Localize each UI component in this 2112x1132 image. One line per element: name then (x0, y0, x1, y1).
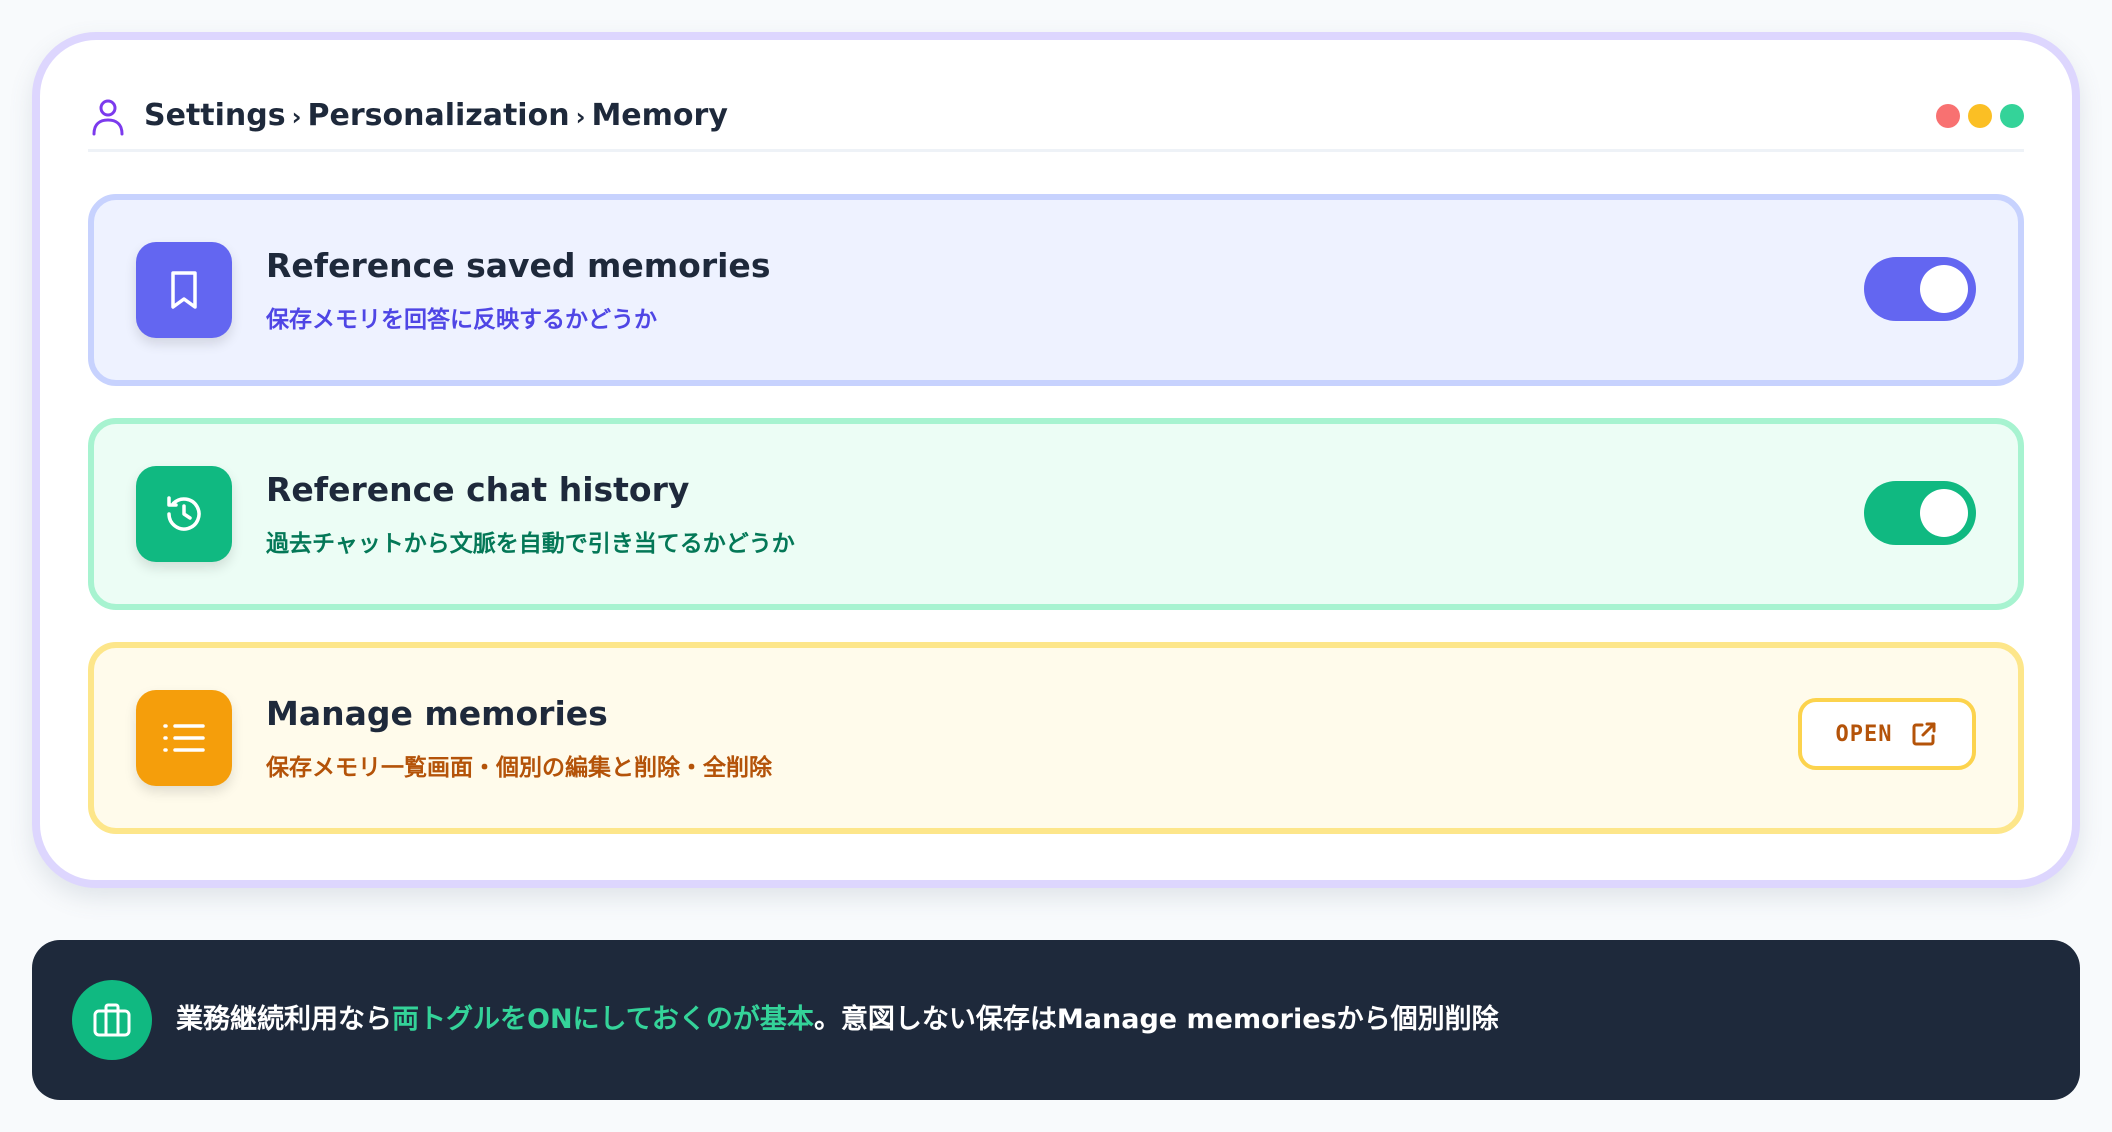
setting-subtitle: 過去チャットから文脈を自動で引き当てるかどうか (266, 531, 795, 557)
setting-row-saved-memories: Reference saved memories 保存メモリを回答に反映するかど… (88, 194, 2024, 386)
breadcrumb-item-personalization[interactable]: Personalization (308, 98, 570, 133)
user-icon (92, 99, 124, 136)
setting-icon-tile (136, 466, 232, 562)
window-dot-green (2000, 104, 2024, 128)
settings-header: Settings › Personalization › Memory (88, 80, 2024, 152)
tip-banner: 業務継続利用なら両トグルをONにしておくのが基本。意図しない保存はManage … (32, 940, 2080, 1100)
setting-subtitle: 保存メモリを回答に反映するかどうか (266, 307, 657, 333)
external-link-icon (1912, 722, 1936, 746)
setting-row-chat-history: Reference chat history 過去チャットから文脈を自動で引き当… (88, 418, 2024, 610)
open-manage-memories-button[interactable]: OPEN (1798, 698, 1976, 770)
breadcrumb-item-settings[interactable]: Settings (144, 98, 286, 133)
window-dot-yellow (1968, 104, 1992, 128)
breadcrumb-separator: › (291, 103, 302, 131)
tip-text-after: 。意図しない保存はManage memoriesから個別削除 (813, 1004, 1499, 1035)
open-button-label: OPEN (1835, 721, 1893, 747)
tip-text-highlight: 両トグルをONにしておくのが基本 (392, 1004, 814, 1035)
setting-icon-tile (136, 690, 232, 786)
toggle-knob (1920, 489, 1968, 537)
setting-subtitle: 保存メモリ一覧画面・個別の編集と削除・全削除 (266, 755, 772, 781)
list-icon (163, 724, 205, 752)
bookmark-icon (171, 271, 197, 309)
window-dots (1936, 104, 2024, 128)
tip-text-before: 業務継続利用なら (176, 1004, 392, 1035)
window-dot-red (1936, 104, 1960, 128)
breadcrumb: Settings › Personalization › Memory (144, 96, 728, 137)
setting-icon-tile (136, 242, 232, 338)
chat-history-toggle[interactable] (1864, 481, 1976, 545)
saved-memories-toggle[interactable] (1864, 257, 1976, 321)
setting-row-manage-memories: Manage memories 保存メモリ一覧画面・個別の編集と削除・全削除 O… (88, 642, 2024, 834)
setting-title: Reference saved memories (266, 246, 771, 285)
breadcrumb-separator: › (575, 103, 586, 131)
history-icon (167, 496, 201, 531)
tip-message: 業務継続利用なら両トグルをONにしておくのが基本。意図しない保存はManage … (176, 1000, 1499, 1040)
breadcrumb-item-memory: Memory (591, 98, 728, 133)
toggle-knob (1920, 265, 1968, 313)
setting-title: Reference chat history (266, 470, 690, 509)
setting-title: Manage memories (266, 694, 608, 733)
briefcase-icon (72, 980, 152, 1060)
memory-settings-card: Settings › Personalization › Memory Referenc… (32, 32, 2080, 888)
